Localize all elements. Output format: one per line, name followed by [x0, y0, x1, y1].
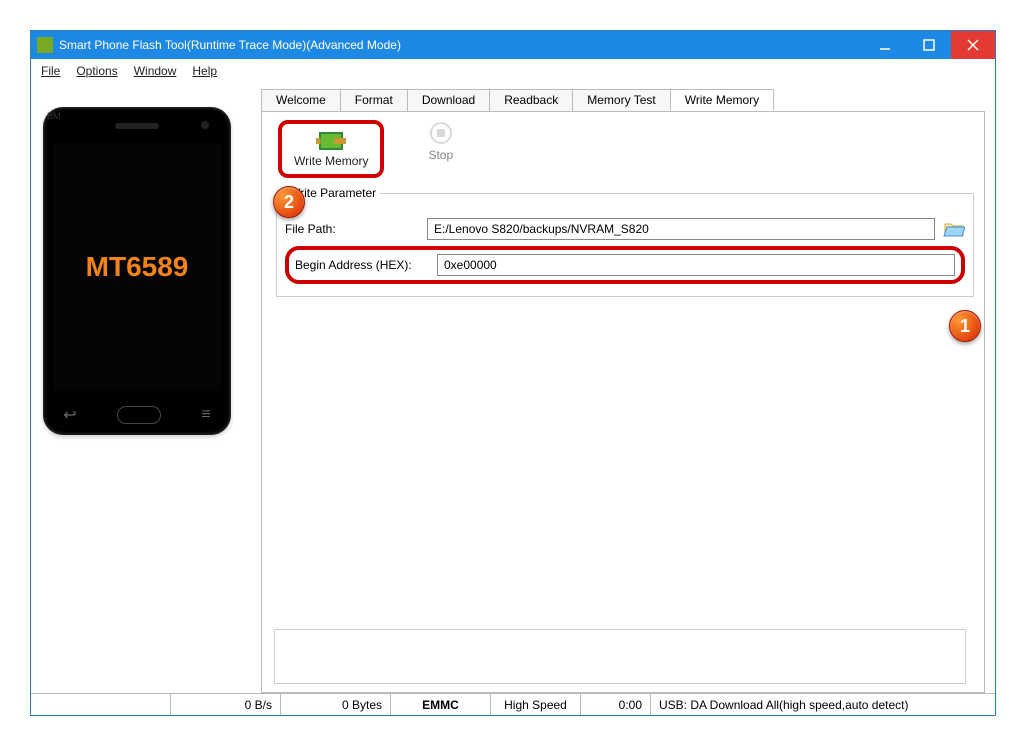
speaker-icon — [115, 123, 159, 129]
status-usb: USB: DA Download All(high speed,auto det… — [651, 694, 995, 715]
menu-options[interactable]: Options — [76, 64, 117, 78]
stop-button[interactable]: Stop — [420, 120, 461, 178]
status-bar: 0 B/s 0 Bytes EMMC High Speed 0:00 USB: … — [31, 693, 995, 715]
write-parameter-group: Write Parameter File Path: Begin Address… — [276, 186, 974, 297]
stop-label: Stop — [428, 148, 453, 162]
tab-welcome[interactable]: Welcome — [261, 89, 341, 111]
minimize-button[interactable] — [863, 31, 907, 59]
tab-memory-test[interactable]: Memory Test — [572, 89, 670, 111]
close-button[interactable] — [951, 31, 995, 59]
memory-chip-icon — [319, 132, 343, 150]
app-icon — [37, 37, 53, 53]
menu-bar: File Options Window Help — [31, 59, 995, 83]
begin-address-label: Begin Address (HEX): — [295, 258, 429, 272]
title-bar: Smart Phone Flash Tool(Runtime Trace Mod… — [31, 31, 995, 59]
tab-download[interactable]: Download — [407, 89, 490, 111]
app-window: Smart Phone Flash Tool(Runtime Trace Mod… — [30, 30, 996, 716]
write-memory-button[interactable]: Write Memory — [286, 130, 376, 172]
window-title: Smart Phone Flash Tool(Runtime Trace Mod… — [59, 38, 863, 52]
status-rate: 0 B/s — [171, 694, 281, 715]
browse-file-button[interactable] — [943, 220, 965, 238]
status-empty — [31, 694, 171, 715]
begin-address-input[interactable] — [437, 254, 955, 276]
tab-write-memory[interactable]: Write Memory — [670, 89, 774, 111]
status-storage: EMMC — [391, 694, 491, 715]
phone-badge: BM — [47, 111, 61, 121]
tab-format[interactable]: Format — [340, 89, 408, 111]
callout-1: 1 — [949, 310, 981, 342]
stop-icon — [430, 122, 452, 144]
file-path-label: File Path: — [285, 222, 419, 236]
tab-panel-write-memory: Write Memory Stop Write Parameter File P… — [261, 111, 985, 693]
home-button-icon — [117, 406, 161, 424]
status-speed: High Speed — [491, 694, 581, 715]
write-memory-label: Write Memory — [294, 154, 368, 168]
log-console — [274, 629, 966, 684]
menu-file[interactable]: File — [41, 64, 60, 78]
menu-window[interactable]: Window — [134, 64, 177, 78]
phone-preview: BM MT6589 ↩ ≡ — [43, 107, 231, 435]
tab-bar: Welcome Format Download Readback Memory … — [261, 89, 995, 111]
toolbar: Write Memory Stop — [274, 120, 976, 178]
menu-help[interactable]: Help — [192, 64, 217, 78]
camera-icon — [201, 121, 209, 129]
back-softkey-icon: ↩ — [63, 405, 76, 425]
highlight-write-memory: Write Memory — [278, 120, 384, 178]
file-path-input[interactable] — [427, 218, 935, 240]
maximize-button[interactable] — [907, 31, 951, 59]
callout-2: 2 — [273, 186, 305, 218]
status-bytes: 0 Bytes — [281, 694, 391, 715]
tab-readback[interactable]: Readback — [489, 89, 573, 111]
highlight-begin-address: Begin Address (HEX): — [285, 246, 965, 284]
status-time: 0:00 — [581, 694, 651, 715]
menu-softkey-icon: ≡ — [201, 406, 210, 424]
chip-label: MT6589 — [86, 251, 189, 283]
